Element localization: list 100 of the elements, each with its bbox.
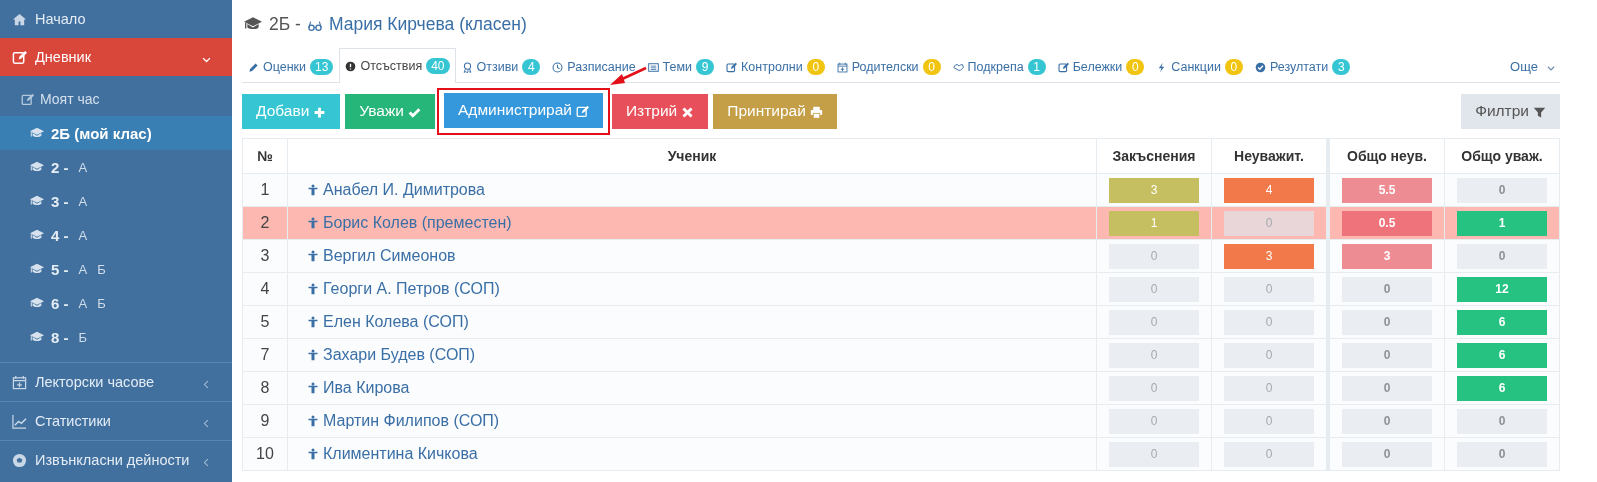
row-number: 4 — [242, 272, 288, 306]
more-menu[interactable]: Още — [1510, 50, 1560, 82]
row-number: 10 — [242, 437, 288, 471]
person-icon — [307, 447, 319, 461]
count-badge: 0 — [1457, 441, 1547, 467]
count-badge: 0 — [1342, 276, 1432, 302]
sidebar-item[interactable]: Извънкласни дейности — [0, 441, 232, 479]
toolbar-button[interactable]: Изтрий — [611, 93, 709, 129]
count-badge: 1 — [1457, 210, 1547, 236]
tab[interactable]: Контролни 0 — [720, 50, 831, 83]
count-badge: 0 — [1342, 375, 1432, 401]
toolbar-button[interactable]: Уважи — [345, 93, 435, 129]
tab[interactable]: Бележки 0 — [1051, 50, 1151, 83]
count-badge: 0 — [922, 59, 941, 75]
exclamation-icon — [345, 60, 357, 72]
count-badge: 0 — [1342, 309, 1432, 335]
count-badge: 0 — [1109, 375, 1199, 401]
student-link[interactable]: Климентина Кичкова — [323, 445, 478, 462]
cross-icon — [681, 104, 695, 118]
tab[interactable]: Оценки 13 — [242, 50, 340, 83]
clock-icon — [552, 61, 564, 73]
filter-button[interactable]: Филтри — [1461, 93, 1560, 129]
count-badge: 0 — [1457, 408, 1547, 434]
count-badge: 0 — [1224, 210, 1314, 236]
row-number: 3 — [242, 239, 288, 273]
sidebar-item[interactable]: 5 - А Б — [0, 252, 232, 286]
sidebar-item[interactable]: 2Б (мой клас) — [0, 116, 232, 150]
graduation-cap-icon — [29, 228, 45, 242]
column-header: Неуважит. — [1211, 138, 1328, 174]
edit-icon — [21, 92, 34, 106]
sidebar-item[interactable]: 6 - А Б — [0, 286, 232, 320]
tab[interactable]: Родителски 0 — [830, 50, 947, 83]
person-icon — [307, 282, 319, 296]
row-number: 1 — [242, 173, 288, 207]
person-icon — [307, 348, 319, 362]
edit-icon — [1057, 61, 1069, 73]
student-link[interactable]: Георги А. Петров (СОП) — [323, 280, 500, 297]
pencil-icon — [248, 61, 259, 73]
toolbar-button[interactable]: Администрирай — [444, 92, 603, 128]
count-badge: 0 — [1342, 408, 1432, 434]
count-badge: 0 — [1224, 309, 1314, 335]
sidebar-item[interactable]: 2 - А — [0, 150, 232, 184]
count-badge: 0 — [1224, 408, 1314, 434]
count-badge: 0 — [1224, 276, 1314, 302]
graduation-cap-icon — [29, 126, 45, 140]
count-badge: 1 — [1109, 210, 1199, 236]
row-number: 5 — [242, 305, 288, 339]
tab[interactable]: Разписание — [546, 50, 642, 83]
printer-icon — [809, 104, 823, 118]
student-link[interactable]: Борис Колев (преместен) — [323, 214, 512, 231]
student-link[interactable]: Мартин Филипов (СОП) — [323, 412, 500, 429]
student-link[interactable]: Вергил Симеонов — [323, 247, 456, 264]
graduation-cap-icon — [29, 160, 45, 174]
student-link[interactable]: Елен Колева (СОП) — [323, 313, 469, 330]
person-icon — [307, 183, 319, 197]
chart-icon — [12, 413, 27, 429]
count-badge: 0 — [1457, 243, 1547, 269]
student-link[interactable]: Захари Будев (СОП) — [323, 346, 476, 363]
graduation-cap-icon — [29, 330, 45, 344]
tab[interactable]: Отсъствия 40 — [339, 48, 456, 83]
count-badge: 6 — [1457, 342, 1547, 368]
edit-icon — [12, 49, 27, 65]
student-link[interactable]: Ива Кирова — [323, 379, 410, 396]
count-badge: 0 — [1126, 59, 1145, 75]
count-badge: 0 — [806, 59, 825, 75]
person-icon — [307, 216, 319, 230]
tab[interactable]: Санкции 0 — [1150, 50, 1249, 83]
list-icon — [647, 61, 659, 73]
sidebar-item[interactable]: Начало — [0, 0, 232, 38]
graduation-cap-icon — [29, 296, 45, 310]
tab[interactable]: Резултати 3 — [1248, 50, 1357, 83]
row-number: 8 — [242, 371, 288, 405]
count-badge: 0 — [1109, 243, 1199, 269]
count-badge: 0 — [1342, 342, 1432, 368]
tab[interactable]: Отзиви 4 — [455, 50, 547, 83]
sidebar-item[interactable]: 4 - А — [0, 218, 232, 252]
person-icon — [307, 315, 319, 329]
sidebar-item[interactable]: 3 - А — [0, 184, 232, 218]
count-badge: 0 — [1109, 408, 1199, 434]
teacher-link[interactable]: Мария Кирчева (класен) — [328, 13, 527, 35]
sidebar-item[interactable]: Статистики — [0, 402, 232, 440]
graduation-cap-icon — [29, 262, 45, 276]
tab[interactable]: Подкрепа 1 — [946, 50, 1052, 83]
count-badge: 12 — [1457, 276, 1547, 302]
count-badge: 0 — [1109, 276, 1199, 302]
sidebar-item[interactable]: Лекторски часове — [0, 363, 232, 401]
person-icon — [307, 249, 319, 263]
sidebar-item[interactable]: Дневник — [0, 38, 232, 76]
sidebar-item[interactable]: Моят час — [0, 82, 232, 116]
count-badge: 0 — [1109, 441, 1199, 467]
count-badge: 1 — [1027, 59, 1046, 75]
column-header: Закъснения — [1096, 138, 1212, 174]
tab[interactable]: Теми 9 — [641, 50, 721, 83]
count-badge: 0 — [1224, 59, 1243, 75]
sidebar-item[interactable]: 8 - Б — [0, 320, 232, 354]
edit-icon — [575, 103, 589, 117]
column-header: Общо уваж. — [1444, 138, 1560, 174]
student-link[interactable]: Анабел И. Димитрова — [323, 181, 485, 198]
count-badge: 6 — [1457, 309, 1547, 335]
row-number: 9 — [242, 404, 288, 438]
